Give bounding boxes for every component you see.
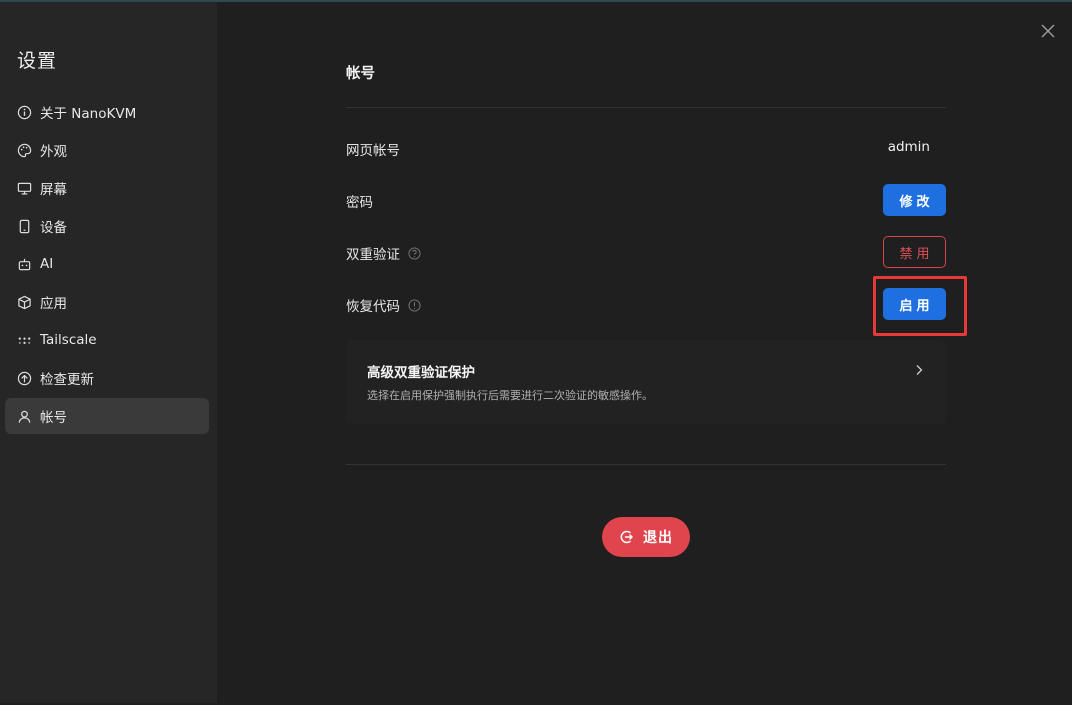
sidebar-item-label: AI bbox=[40, 256, 54, 272]
advanced-2fa-card[interactable]: 高级双重验证保护 选择在启用保护强制执行后需要进行二次验证的敏感操作。 bbox=[346, 340, 946, 424]
sidebar-item-ai[interactable]: AI bbox=[5, 246, 209, 282]
close-icon bbox=[1041, 24, 1055, 38]
two-factor-row: 双重验证 bbox=[346, 243, 421, 263]
two-factor-label: 双重验证 bbox=[346, 247, 400, 263]
divider bbox=[346, 107, 946, 108]
disable-2fa-button[interactable]: 禁用 bbox=[883, 236, 946, 268]
sidebar-item-screen[interactable]: 屏幕 bbox=[5, 170, 209, 206]
sidebar-title: 设置 bbox=[17, 50, 58, 72]
sidebar-item-label: 设备 bbox=[40, 220, 67, 236]
sidebar-item-label: 关于 NanoKVM bbox=[40, 106, 137, 122]
sidebar-item-label: 检查更新 bbox=[40, 372, 94, 388]
user-icon bbox=[16, 408, 32, 424]
help-icon[interactable] bbox=[408, 246, 421, 260]
sidebar-item-update[interactable]: 检查更新 bbox=[5, 360, 209, 396]
robot-icon bbox=[16, 256, 32, 272]
sidebar-item-appearance[interactable]: 外观 bbox=[5, 132, 209, 168]
logout-label: 退出 bbox=[643, 530, 673, 546]
info-icon[interactable] bbox=[408, 298, 421, 312]
sidebar: 设置 关于 NanoKVM 外观 屏幕 设备 AI 应用 Tailscale 检… bbox=[0, 2, 217, 703]
sidebar-item-about[interactable]: 关于 NanoKVM bbox=[5, 94, 209, 130]
change-password-button[interactable]: 修改 bbox=[883, 184, 946, 216]
sidebar-item-label: 屏幕 bbox=[40, 182, 67, 198]
highlight-box bbox=[873, 276, 967, 336]
advanced-description: 选择在启用保护强制执行后需要进行二次验证的敏感操作。 bbox=[367, 389, 653, 402]
palette-icon bbox=[16, 142, 32, 158]
sidebar-item-device[interactable]: 设备 bbox=[5, 208, 209, 244]
password-label: 密码 bbox=[346, 195, 373, 211]
sidebar-item-account[interactable]: 帐号 bbox=[5, 398, 209, 434]
update-icon bbox=[16, 370, 32, 386]
page-title: 帐号 bbox=[346, 66, 375, 82]
close-button[interactable] bbox=[1038, 21, 1058, 41]
logout-button[interactable]: 退出 bbox=[602, 517, 690, 557]
logout-icon bbox=[620, 530, 633, 544]
chevron-right-icon bbox=[916, 365, 923, 375]
sidebar-item-tailscale[interactable]: Tailscale bbox=[5, 322, 209, 358]
tailscale-icon bbox=[16, 332, 32, 348]
info-icon bbox=[16, 104, 32, 120]
package-icon bbox=[16, 294, 32, 310]
advanced-title: 高级双重验证保护 bbox=[367, 365, 475, 381]
sidebar-item-label: 应用 bbox=[40, 296, 67, 312]
username-value: admin bbox=[887, 139, 930, 155]
web-account-label: 网页帐号 bbox=[346, 143, 400, 159]
settings-dialog: 设置 关于 NanoKVM 外观 屏幕 设备 AI 应用 Tailscale 检… bbox=[0, 0, 1072, 705]
sidebar-item-apps[interactable]: 应用 bbox=[5, 284, 209, 320]
sidebar-item-label: Tailscale bbox=[40, 332, 97, 348]
sidebar-nav: 关于 NanoKVM 外观 屏幕 设备 AI 应用 Tailscale 检查更新… bbox=[5, 94, 209, 436]
divider bbox=[346, 464, 946, 465]
monitor-icon bbox=[16, 180, 32, 196]
recovery-label: 恢复代码 bbox=[346, 299, 400, 315]
sidebar-item-label: 帐号 bbox=[40, 410, 67, 426]
recovery-row: 恢复代码 bbox=[346, 295, 421, 315]
device-icon bbox=[16, 218, 32, 234]
sidebar-item-label: 外观 bbox=[40, 144, 67, 160]
